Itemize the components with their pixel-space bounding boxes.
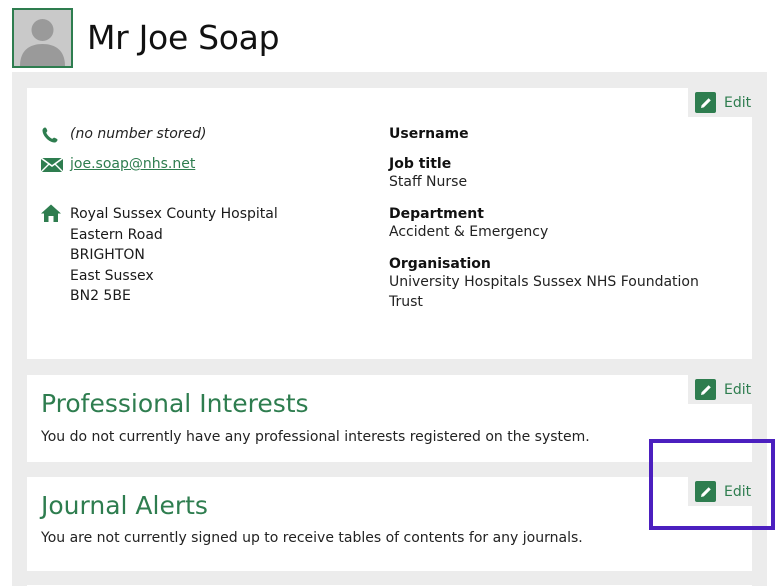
section-text: You do not currently have any profession… [41, 429, 590, 445]
organisation-label: Organisation [389, 256, 491, 272]
address-line: East Sussex [70, 267, 154, 284]
job-title-value: Staff Nurse [389, 174, 468, 190]
address-line: Royal Sussex County Hospital [70, 206, 278, 222]
phone-value: (no number stored) [70, 126, 207, 142]
department-value: Accident & Emergency [389, 224, 549, 240]
edit-label: Edit [724, 94, 752, 111]
email-row: joe.soap@nhs.net [41, 156, 195, 174]
job-title-label: Job title [389, 156, 452, 172]
organisation-group: Organisation University Hospitals Sussex… [389, 256, 719, 312]
home-icon [41, 204, 63, 222]
user-silhouette-icon [14, 10, 71, 66]
username-group: Username [389, 126, 719, 142]
address-line: BRIGHTON [70, 247, 145, 263]
avatar [12, 8, 73, 68]
page-title: Mr Joe Soap [87, 18, 280, 57]
address-line: Eastern Road [70, 226, 163, 243]
edit-contact-button[interactable]: Edit [688, 88, 752, 117]
email-link[interactable]: joe.soap@nhs.net [70, 156, 195, 172]
phone-icon [41, 126, 63, 144]
profile-header: Mr Joe Soap [12, 8, 712, 68]
username-label: Username [389, 126, 469, 142]
section-title: Professional Interests [41, 389, 309, 418]
address-block: Royal Sussex County Hospital Eastern Roa… [70, 204, 278, 307]
section-title: Journal Alerts [41, 491, 208, 520]
edit-label: Edit [724, 381, 752, 398]
department-group: Department Accident & Emergency [389, 206, 719, 242]
edit-interests-button[interactable]: Edit [688, 375, 752, 404]
organisation-value-continued: Trust [389, 294, 423, 310]
pencil-icon [695, 379, 716, 400]
organisation-value: University Hospitals Sussex NHS Foundati… [389, 274, 699, 290]
highlight-annotation [649, 439, 775, 530]
journal-alerts-card: Edit Journal Alerts You are not currentl… [27, 477, 752, 571]
phone-row: (no number stored) [41, 126, 207, 144]
department-label: Department [389, 206, 484, 222]
section-text: You are not currently signed up to recei… [41, 530, 583, 546]
address-line: BN2 5BE [70, 288, 131, 304]
account-details: Username Job title Staff Nurse Departmen… [389, 126, 719, 326]
pencil-icon [695, 92, 716, 113]
address-row: Royal Sussex County Hospital Eastern Roa… [41, 204, 278, 307]
envelope-icon [41, 156, 63, 174]
professional-interests-card: Edit Professional Interests You do not c… [27, 375, 752, 462]
contact-card: Edit (no number stored) joe.soap@nhs.net… [27, 88, 752, 359]
job-title-group: Job title Staff Nurse [389, 156, 719, 192]
